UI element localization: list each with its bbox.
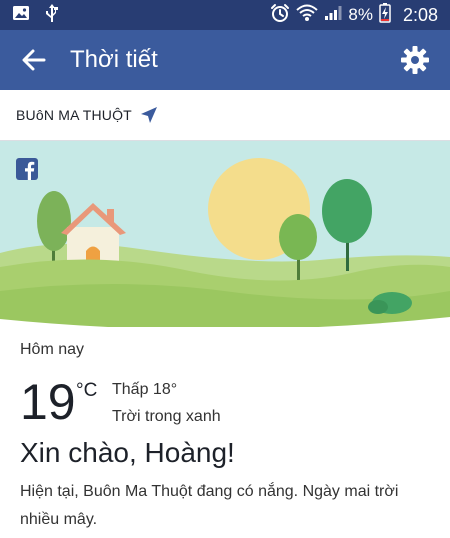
- status-time: 2:08: [402, 4, 438, 25]
- weather-condition: Trời trong xanh: [112, 408, 221, 425]
- location-name: BUôN MA THUỘT: [16, 107, 132, 123]
- location-arrow-icon: [140, 106, 158, 124]
- app-bar: Thời tiết: [0, 30, 450, 90]
- signal-icon: [324, 5, 342, 26]
- wifi-icon: [296, 4, 319, 27]
- arrow-left-icon: [22, 49, 46, 71]
- today-label: Hôm nay: [20, 341, 85, 358]
- status-bar: 8% 2:08: [0, 0, 450, 30]
- location-selector[interactable]: BUôN MA THUỘT: [0, 90, 450, 141]
- battery-percent: 8%: [348, 5, 373, 24]
- page-title: Thời tiết: [70, 46, 158, 73]
- low-temperature: Thấp 18°: [112, 381, 178, 398]
- status-bar-right: 8% 2:08: [270, 2, 438, 28]
- back-button[interactable]: [18, 45, 50, 75]
- alarm-icon: [270, 3, 290, 28]
- status-bar-left: [12, 3, 60, 28]
- greeting-text: Xin chào, Hoàng!: [20, 437, 235, 468]
- weather-illustration: [0, 141, 450, 327]
- image-icon: [12, 4, 30, 27]
- battery-charging-icon: [379, 2, 391, 28]
- weather-description: Hiện tại, Buôn Ma Thuột đang có nắng. Ng…: [20, 483, 399, 528]
- gear-icon: [401, 46, 429, 74]
- settings-button[interactable]: [398, 43, 432, 77]
- usb-icon: [44, 3, 60, 28]
- temperature-unit: °C: [76, 380, 98, 401]
- current-temperature: 19: [20, 374, 76, 430]
- facebook-logo-icon: [16, 158, 38, 180]
